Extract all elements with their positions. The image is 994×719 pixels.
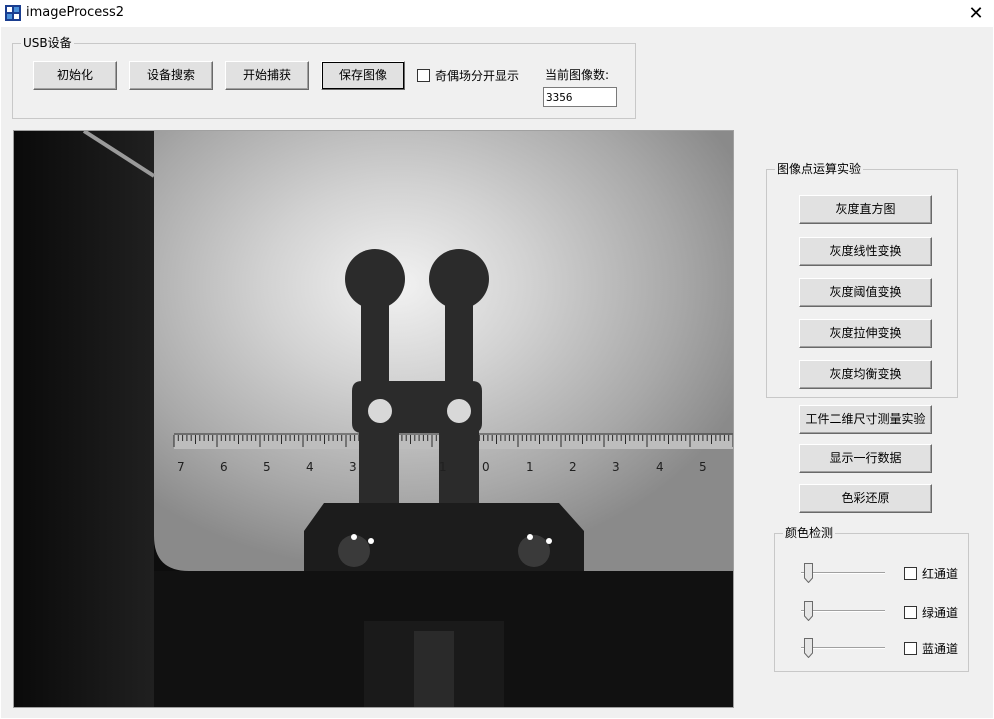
green-channel-checkbox[interactable]: 绿通道 — [904, 604, 958, 620]
slider-track — [801, 647, 885, 649]
slider-track — [801, 610, 885, 612]
window-title: imageProcess2 — [26, 5, 125, 20]
odd-even-checkbox-box[interactable] — [417, 68, 430, 82]
image-count-label: 当前图像数: — [545, 68, 610, 82]
init-button[interactable]: 初始化 — [33, 61, 117, 90]
green-channel-slider[interactable] — [801, 601, 885, 623]
ruler-label: 6 — [220, 460, 228, 474]
stretch-transform-button[interactable]: 灰度拉伸变换 — [799, 319, 932, 348]
histogram-button[interactable]: 灰度直方图 — [799, 195, 932, 224]
red-checkbox-box[interactable] — [904, 566, 917, 580]
ruler-label: 1 — [439, 460, 447, 474]
ruler-label: 4 — [656, 460, 664, 474]
ruler-label: 1 — [526, 460, 534, 474]
ruler-label: 5 — [699, 460, 707, 474]
red-channel-checkbox[interactable]: 红通道 — [904, 565, 958, 581]
close-icon[interactable]: ✕ — [958, 0, 994, 27]
odd-even-checkbox-label: 奇偶场分开显示 — [435, 68, 520, 83]
workpiece-measure-button[interactable]: 工件二维尺寸测量实验 — [799, 405, 932, 434]
blue-channel-checkbox[interactable]: 蓝通道 — [904, 640, 958, 656]
show-row-data-button[interactable]: 显示一行数据 — [799, 444, 932, 473]
app-icon — [5, 5, 21, 21]
device-search-button[interactable]: 设备搜索 — [129, 61, 213, 90]
slider-thumb[interactable] — [804, 563, 813, 583]
start-capture-button[interactable]: 开始捕获 — [225, 61, 309, 90]
threshold-transform-button[interactable]: 灰度阈值变换 — [799, 278, 932, 307]
blue-channel-label: 蓝通道 — [922, 641, 959, 656]
green-channel-label: 绿通道 — [922, 605, 959, 620]
linear-transform-button[interactable]: 灰度线性变换 — [799, 237, 932, 266]
equalize-transform-button[interactable]: 灰度均衡变换 — [799, 360, 932, 389]
slider-track — [801, 572, 885, 574]
ruler-label: 7 — [177, 460, 185, 474]
client-area: USB设备 初始化 设备搜索 开始捕获 保存图像 奇偶场分开显示 当前图像数: … — [1, 27, 993, 718]
ruler-label: 0 — [482, 460, 490, 474]
blue-checkbox-box[interactable] — [904, 641, 917, 655]
ruler-label: 3 — [612, 460, 620, 474]
red-channel-label: 红通道 — [922, 566, 959, 581]
color-detect-group-title: 颜色检测 — [783, 526, 836, 540]
slider-thumb[interactable] — [804, 601, 813, 621]
slider-thumb[interactable] — [804, 638, 813, 658]
ruler-label: 5 — [263, 460, 271, 474]
usb-group-title: USB设备 — [21, 36, 74, 50]
blue-channel-slider[interactable] — [801, 638, 885, 660]
odd-even-field-checkbox[interactable]: 奇偶场分开显示 — [417, 67, 519, 83]
point-ops-group-title: 图像点运算实验 — [775, 162, 864, 176]
green-checkbox-box[interactable] — [904, 605, 917, 619]
camera-image: 7 6 5 4 3 1 0 1 2 3 4 5 — [14, 129, 734, 707]
color-restore-button[interactable]: 色彩还原 — [799, 484, 932, 513]
ruler-label: 4 — [306, 460, 314, 474]
title-bar: imageProcess2 ✕ — [0, 0, 994, 27]
image-count-field[interactable]: 3356 — [543, 87, 617, 107]
red-channel-slider[interactable] — [801, 563, 885, 585]
camera-image-view: 7 6 5 4 3 1 0 1 2 3 4 5 — [13, 129, 734, 708]
ruler-label: 3 — [349, 460, 357, 474]
ruler-label: 2 — [569, 460, 577, 474]
save-image-button[interactable]: 保存图像 — [321, 61, 405, 90]
